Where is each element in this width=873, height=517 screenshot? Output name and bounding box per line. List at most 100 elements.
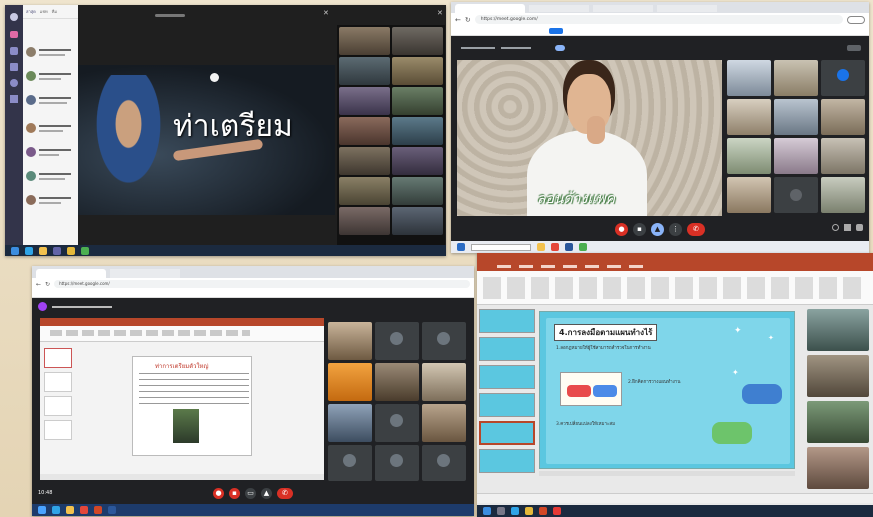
activity-icon[interactable] — [10, 13, 18, 21]
participant-tile[interactable] — [807, 447, 869, 489]
slide-thumbnail[interactable] — [479, 393, 535, 417]
chrome-icon[interactable] — [67, 246, 75, 255]
participant-tile[interactable] — [328, 322, 372, 360]
recording-toggle[interactable] — [555, 45, 565, 51]
chat-item[interactable] — [26, 123, 75, 139]
participant-tile[interactable] — [328, 445, 372, 481]
tab-chat[interactable]: แชท — [40, 8, 48, 15]
chat-item[interactable] — [26, 171, 75, 187]
participant-tile[interactable] — [375, 404, 419, 442]
slide-thumbnail[interactable] — [479, 449, 535, 473]
slide-thumbnail[interactable] — [479, 309, 535, 333]
slide-thumbnail[interactable] — [44, 348, 72, 368]
browser-tab[interactable] — [657, 5, 717, 12]
participant-tile[interactable] — [328, 363, 372, 401]
participant-tile[interactable] — [807, 401, 869, 443]
windows-start-icon[interactable] — [38, 506, 46, 514]
chat-icon[interactable] — [844, 224, 851, 231]
reload-icon[interactable]: ↻ — [45, 281, 50, 288]
camera-icon[interactable]: ▪ — [633, 222, 646, 236]
more-options-icon[interactable]: ⋮ — [669, 222, 682, 236]
edge-icon[interactable] — [52, 506, 60, 514]
participant-tile[interactable] — [392, 177, 443, 205]
participant-tile[interactable] — [375, 322, 419, 360]
participant-tile[interactable] — [392, 57, 443, 85]
slide-thumbnail[interactable] — [44, 396, 72, 416]
participant-tile[interactable] — [821, 60, 865, 96]
participant-tile[interactable] — [422, 404, 466, 442]
browser-tab[interactable] — [593, 5, 653, 12]
close-icon[interactable]: ✕ — [437, 9, 443, 17]
reload-icon[interactable]: ↻ — [465, 16, 471, 24]
slide-scrollbar[interactable] — [539, 471, 795, 476]
slide-thumbnail[interactable] — [44, 372, 72, 392]
participant-tile[interactable] — [807, 309, 869, 351]
windows-start-icon[interactable] — [457, 243, 465, 251]
participant-tile[interactable] — [807, 355, 869, 397]
participant-tile[interactable] — [774, 177, 818, 213]
browser-tab[interactable] — [36, 269, 106, 278]
participant-tile[interactable] — [375, 363, 419, 401]
browser-tab[interactable] — [455, 4, 525, 13]
participant-tile[interactable] — [375, 445, 419, 481]
participant-tile[interactable] — [727, 99, 771, 135]
participant-tile[interactable] — [774, 99, 818, 135]
participant-tile[interactable] — [339, 177, 390, 205]
activities-icon[interactable] — [856, 224, 863, 231]
participant-tile[interactable] — [821, 99, 865, 135]
chat-item[interactable] — [26, 95, 75, 111]
info-icon[interactable] — [832, 224, 839, 231]
participant-tile[interactable] — [774, 138, 818, 174]
tab-teams[interactable]: ทีม — [52, 8, 57, 15]
app-icon[interactable] — [579, 243, 587, 251]
chat-item[interactable] — [26, 71, 75, 87]
profile-avatar[interactable] — [847, 15, 865, 24]
slide-thumbnail[interactable] — [44, 420, 72, 440]
search-icon[interactable] — [497, 507, 505, 515]
slide-thumbnail[interactable] — [479, 365, 535, 389]
camera-off-icon[interactable]: ▪ — [229, 487, 240, 499]
calendar-icon[interactable] — [10, 63, 18, 71]
captions-icon[interactable]: ▭ — [245, 487, 256, 499]
participants-icon[interactable] — [847, 45, 861, 51]
back-icon[interactable]: ← — [455, 16, 461, 24]
end-call-icon[interactable]: ✆ — [687, 222, 705, 236]
chat-item[interactable] — [26, 147, 75, 163]
participant-tile[interactable] — [392, 27, 443, 55]
participant-tile[interactable] — [774, 60, 818, 96]
participant-tile[interactable] — [339, 57, 390, 85]
word-icon[interactable] — [108, 506, 116, 514]
address-bar[interactable]: https://meet.google.com/ — [474, 15, 843, 24]
end-call-icon[interactable]: ✆ — [277, 487, 293, 499]
app-icon[interactable] — [553, 507, 561, 515]
chrome-icon[interactable] — [551, 243, 559, 251]
close-icon[interactable]: ✕ — [323, 9, 329, 17]
mic-off-icon[interactable]: ● — [213, 487, 224, 499]
participant-tile[interactable] — [727, 138, 771, 174]
edge-icon[interactable] — [25, 246, 33, 255]
mic-off-icon[interactable]: ● — [615, 222, 628, 236]
folder-icon[interactable] — [537, 243, 545, 251]
tab-recent[interactable]: ล่าสุด — [26, 8, 36, 15]
participant-tile[interactable] — [727, 60, 771, 96]
chat-item[interactable] — [26, 195, 75, 211]
slide-thumbnail[interactable] — [479, 421, 535, 445]
participant-tile[interactable] — [392, 117, 443, 145]
chat-item[interactable] — [26, 47, 75, 63]
present-icon[interactable]: ▲ — [651, 222, 664, 236]
participant-tile[interactable] — [422, 445, 466, 481]
participant-tile[interactable] — [392, 87, 443, 115]
folder-icon[interactable] — [39, 246, 47, 255]
chrome-icon[interactable] — [525, 507, 533, 515]
powerpoint-icon[interactable] — [539, 507, 547, 515]
participant-tile[interactable] — [328, 404, 372, 442]
participant-tile[interactable] — [339, 207, 390, 235]
participant-tile[interactable] — [339, 27, 390, 55]
participant-tile[interactable] — [727, 177, 771, 213]
participant-tile[interactable] — [422, 363, 466, 401]
browser-tab[interactable] — [110, 269, 180, 278]
teams-icon[interactable] — [53, 246, 61, 255]
edge-icon[interactable] — [511, 507, 519, 515]
folder-icon[interactable] — [66, 506, 74, 514]
participant-tile[interactable] — [392, 147, 443, 175]
